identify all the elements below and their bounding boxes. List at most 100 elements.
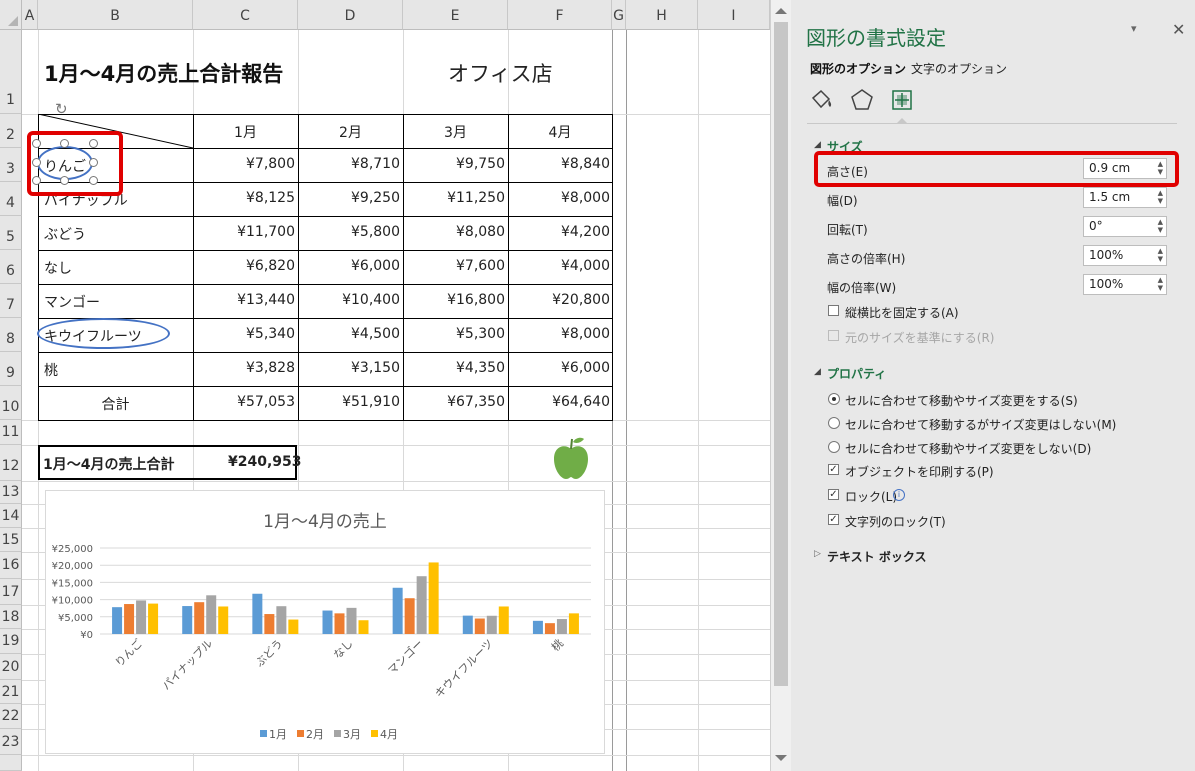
column-header-g[interactable]: G [612,0,626,30]
row-header[interactable]: 6 [0,250,22,284]
tab-text-options[interactable]: 文字のオプション [911,60,1007,77]
sales-value: ¥4,000 [561,258,610,274]
store-name: オフィス店 [448,62,553,86]
row-header[interactable]: 18 [0,605,22,629]
chart-bar [148,603,159,634]
chart-bar [474,618,485,634]
effects-pentagon-icon[interactable] [850,88,874,112]
rotation-input[interactable]: 0° ▲ ▼ [1083,216,1167,237]
row-header[interactable]: 13 [0,481,22,504]
scroll-thumb[interactable] [774,22,788,686]
column-header-e[interactable]: E [403,0,508,30]
chart-bar [182,606,193,634]
column-header-b[interactable]: B [38,0,193,30]
column-header-h[interactable]: H [626,0,698,30]
row-header[interactable]: 12 [0,445,22,481]
width-input[interactable]: 1.5 cm ▲ ▼ [1083,187,1167,208]
column-header-f[interactable]: F [508,0,612,30]
relative-original-label: 元のサイズを基準にする(R) [845,331,995,345]
radio-label[interactable]: セルに合わせて移動やサイズ変更をする(S) [845,392,1078,409]
row-header[interactable]: 11 [0,420,22,445]
chart-bar [556,619,567,634]
tab-shape-options[interactable]: 図形のオプション [810,60,906,77]
sales-value: ¥3,150 [351,360,400,376]
lock-checkbox[interactable]: ✓ [828,489,839,500]
textbox-section-header[interactable]: テキスト ボックス [827,548,926,565]
expand-triangle-icon[interactable]: ▷ [814,549,821,559]
sales-value: ¥5,340 [246,326,295,342]
row-header[interactable]: 10 [0,386,22,420]
total-value: ¥57,053 [237,394,295,410]
lock-text-label[interactable]: 文字列のロック(T) [845,513,946,530]
close-icon[interactable]: ✕ [1172,20,1185,39]
no-move-no-size-radio[interactable] [828,441,840,453]
row-header[interactable]: 14 [0,504,22,528]
vertical-scrollbar[interactable] [770,0,792,771]
sales-value: ¥8,840 [561,156,610,172]
row-header[interactable]: 5 [0,216,22,250]
lock-aspect-label[interactable]: 縦横比を固定する(A) [845,304,959,321]
report-title: 1月～4月の売上合計報告 [44,62,284,86]
print-object-checkbox[interactable]: ✓ [828,464,839,475]
select-all-corner[interactable] [0,0,22,30]
row-header[interactable]: 22 [0,704,22,729]
radio-label[interactable]: セルに合わせて移動やサイズ変更をしない(D) [845,440,1091,457]
scale-height-input[interactable]: 100% ▲ ▼ [1083,245,1167,266]
spreadsheet-area[interactable]: A B C D E F G H I 1 2 3 4 5 6 7 8 9 10 1… [0,0,770,771]
highlight-box [27,131,123,196]
sales-value: ¥6,820 [246,258,295,274]
pane-options-chevron-icon[interactable]: ▾ [1131,22,1137,35]
item-name: なし [44,261,72,277]
move-no-size-radio[interactable] [828,417,840,429]
row-header[interactable] [0,755,22,771]
scale-width-input[interactable]: 100% ▲ ▼ [1083,274,1167,295]
row-header[interactable]: 16 [0,552,22,579]
row-header[interactable]: 3 [0,148,22,182]
chart-bar [194,602,205,634]
row-header[interactable]: 23 [0,729,22,755]
sales-chart[interactable]: 1月～4月の売上 ¥0 ¥5,000 ¥10,000 ¥15,000 ¥20,000 ¥2… [45,490,605,754]
row-header[interactable]: 8 [0,318,22,352]
summary-label: 1月～4月の売上合計 [43,457,175,473]
row-header[interactable]: 2 [0,114,22,148]
scroll-up-icon[interactable] [775,8,787,14]
column-header-i[interactable]: I [698,0,770,30]
lock-aspect-checkbox[interactable] [828,305,839,316]
fill-line-icon[interactable] [809,88,835,112]
legend-swatch [260,730,267,737]
collapse-triangle-icon[interactable]: ◢ [814,140,821,150]
properties-section-header[interactable]: プロパティ [827,365,886,382]
row-header[interactable]: 15 [0,528,22,552]
x-tick-label: パイナップル [160,637,216,693]
row-header[interactable]: 9 [0,352,22,386]
print-object-label[interactable]: オブジェクトを印刷する(P) [845,463,994,480]
item-name: ぶどう [44,227,86,243]
sales-value: ¥7,800 [246,156,295,172]
lock-label[interactable]: ロック(L) [845,488,897,505]
move-size-with-cells-radio[interactable] [828,393,840,405]
scroll-down-icon[interactable] [775,755,787,761]
item-name: 桃 [44,363,58,379]
size-properties-icon[interactable] [890,88,914,112]
row-header[interactable]: 21 [0,680,22,704]
row-header[interactable]: 20 [0,654,22,680]
x-tick-label: キウイフルーツ [432,637,495,700]
info-icon[interactable]: i [893,489,905,501]
legend-label: 2月 [306,728,324,741]
column-header-c[interactable]: C [193,0,298,30]
collapse-triangle-icon[interactable]: ◢ [814,367,821,377]
radio-label[interactable]: セルに合わせて移動するがサイズ変更はしない(M) [845,416,1116,433]
row-header[interactable]: 1 [0,30,22,114]
column-header-a[interactable]: A [22,0,38,30]
rotation-label: 回転(T) [827,223,868,237]
row-header[interactable]: 19 [0,629,22,654]
total-label: 合計 [101,397,130,413]
lock-text-checkbox[interactable]: ✓ [828,514,839,525]
oval-shape[interactable] [37,318,170,349]
column-header-d[interactable]: D [298,0,403,30]
row-header[interactable]: 7 [0,284,22,318]
chart-bar [264,614,275,634]
row-header[interactable]: 4 [0,182,22,216]
apple-icon[interactable] [552,436,590,480]
row-header[interactable]: 17 [0,579,22,605]
